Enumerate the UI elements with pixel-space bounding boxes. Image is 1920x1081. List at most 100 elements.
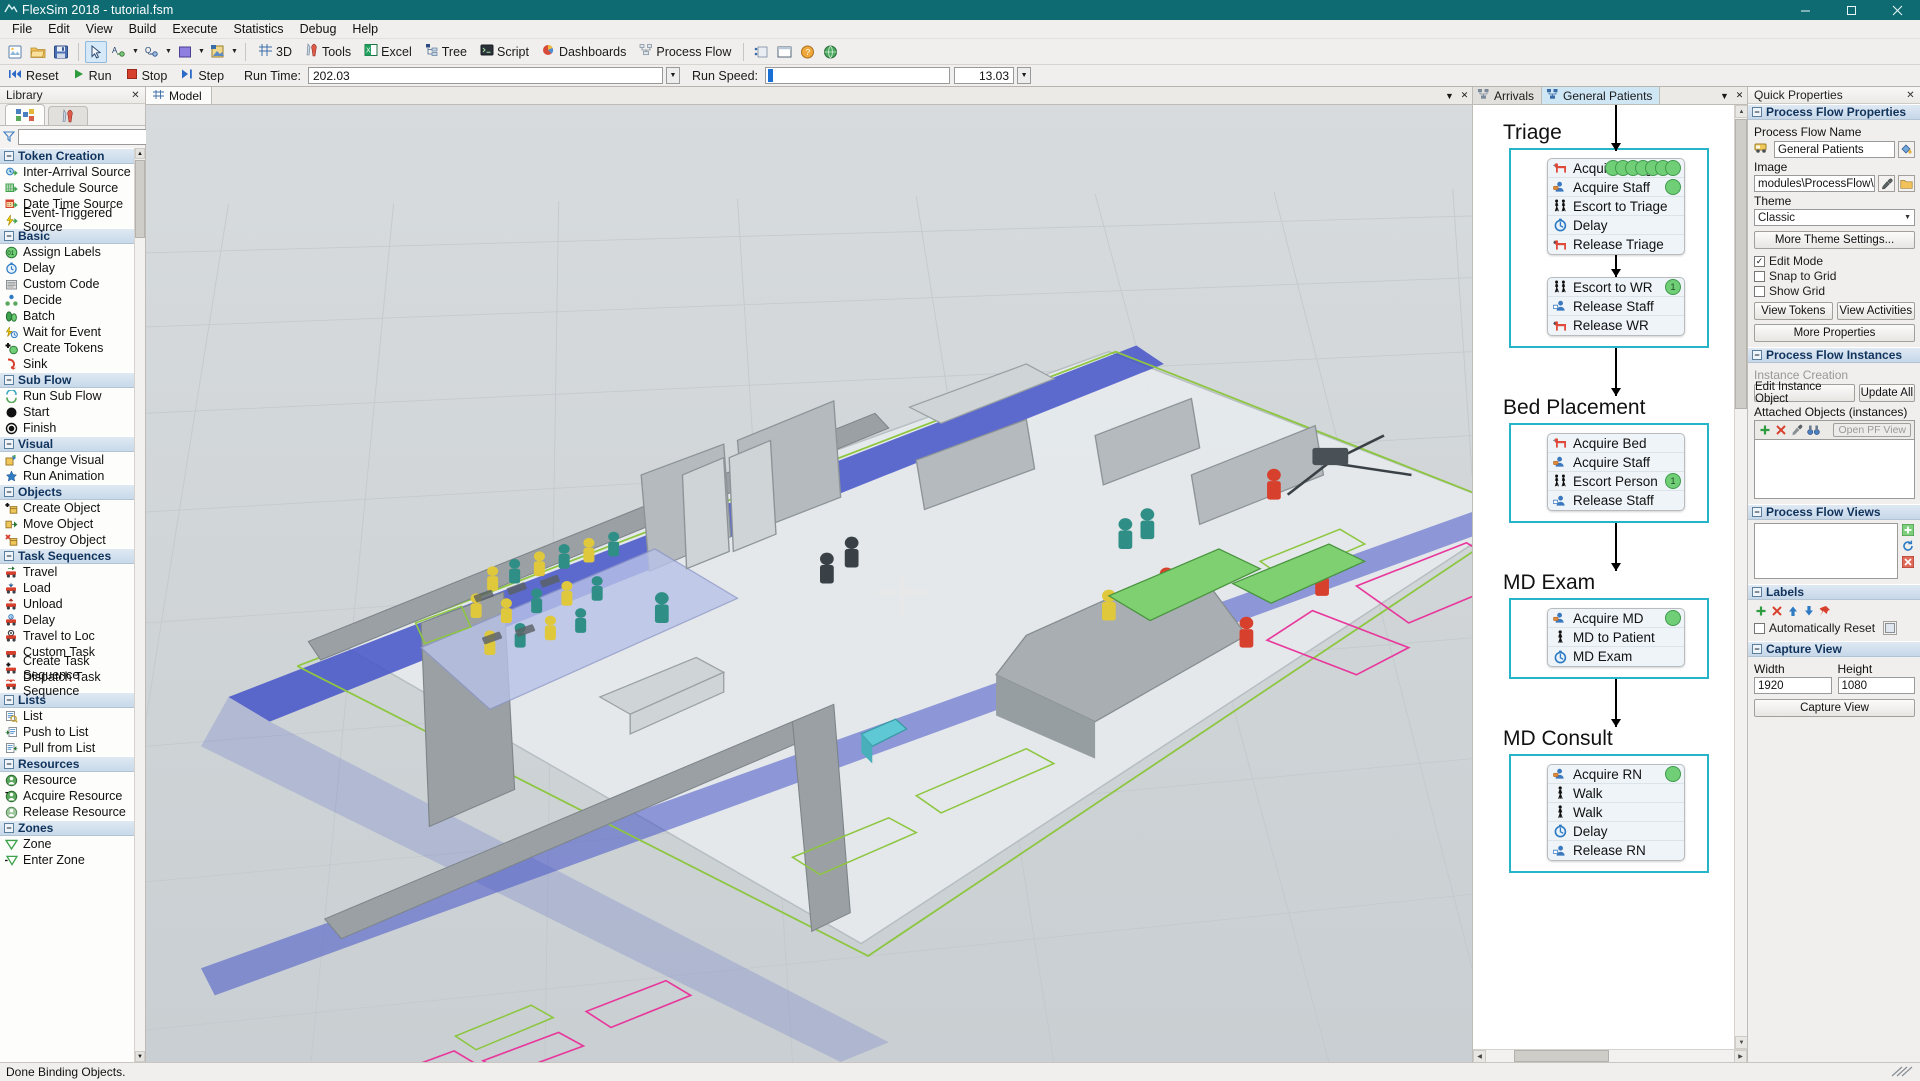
pf-activity-acquire-staff[interactable]: Acquire Staff — [1548, 178, 1684, 197]
library-item-decide[interactable]: Decide — [0, 292, 145, 308]
run-speed-thumb[interactable] — [768, 69, 773, 82]
group-collapse-icon[interactable]: − — [4, 151, 14, 161]
run-speed-slider[interactable] — [765, 67, 950, 84]
library-item-batch[interactable]: Batch — [0, 308, 145, 324]
pf-theme-select[interactable]: Classic ▼ — [1754, 209, 1915, 226]
pf-scroll-down-icon[interactable]: ▼ — [1735, 1036, 1747, 1049]
model-view-icon[interactable] — [207, 41, 229, 63]
library-tab-toolbox[interactable] — [48, 106, 88, 125]
group-collapse-icon[interactable]: − — [4, 487, 14, 497]
run-speed-dropdown[interactable]: ▼ — [1017, 67, 1031, 84]
pf-activity-acquire-rn[interactable]: Acquire RN — [1548, 765, 1684, 784]
pf-activity-release-rn[interactable]: Release RN — [1548, 841, 1684, 860]
pf-activity-release-staff[interactable]: Release Staff — [1548, 491, 1684, 510]
token[interactable]: 1 — [1665, 473, 1681, 489]
move-down-icon[interactable] — [1802, 604, 1816, 618]
pf-activity-block[interactable]: Acquire TriageAcquire StaffEscort to Tri… — [1547, 158, 1685, 255]
library-item-list[interactable]: List — [0, 708, 145, 724]
library-item-destroy-object[interactable]: Destroy Object — [0, 532, 145, 548]
pf-activity-md-to-patient[interactable]: MD to Patient — [1548, 628, 1684, 647]
token[interactable] — [1665, 766, 1681, 782]
window-layout-icon[interactable] — [773, 41, 795, 63]
run-time-dropdown[interactable]: ▼ — [666, 67, 680, 84]
edit-mode-checkbox-row[interactable]: ✓ Edit Mode — [1754, 254, 1915, 268]
library-item-dispatch-task-sequence[interactable]: Dispatch Task Sequence — [0, 676, 145, 692]
new-document-icon[interactable] — [4, 41, 26, 63]
stop-button[interactable]: Stop — [122, 66, 176, 85]
library-item-acquire-resource[interactable]: Acquire Resource — [0, 788, 145, 804]
tab-model[interactable]: Model — [146, 87, 212, 104]
collapse-toggle-icon[interactable]: − — [1752, 107, 1762, 117]
library-group-objects[interactable]: −Objects — [0, 484, 145, 500]
label-add-icon[interactable] — [1754, 604, 1768, 618]
minimize-button[interactable] — [1782, 0, 1828, 20]
pf-vscroll-thumb[interactable] — [1735, 119, 1747, 409]
run-time-input[interactable]: 202.03 — [308, 67, 663, 84]
library-group-zones[interactable]: −Zones — [0, 820, 145, 836]
show-grid-checkbox-row[interactable]: Show Grid — [1754, 284, 1915, 298]
auto-reset-checkbox[interactable] — [1754, 623, 1765, 634]
pf-activity-escort-to-wr[interactable]: Escort to WR1 — [1548, 278, 1684, 297]
pf-activity-walk[interactable]: Walk — [1548, 803, 1684, 822]
collapse-toggle-icon-2[interactable]: − — [1752, 350, 1762, 360]
open-pf-view-button[interactable]: Open PF View — [1833, 423, 1911, 437]
save-disk-icon[interactable] — [50, 41, 72, 63]
connect-a-icon[interactable]: A — [108, 41, 130, 63]
pf-name-input[interactable]: General Patients — [1774, 141, 1895, 158]
auto-reset-extra-icon[interactable] — [1883, 621, 1897, 635]
close-button[interactable] — [1874, 0, 1920, 20]
token-stack[interactable] — [1671, 766, 1681, 782]
group-collapse-icon[interactable]: − — [4, 823, 14, 833]
section-process-flow-properties[interactable]: − Process Flow Properties — [1748, 104, 1920, 120]
collapse-toggle-icon-5[interactable]: − — [1752, 644, 1762, 654]
globe-icon[interactable] — [819, 41, 841, 63]
section-process-flow-instances[interactable]: − Process Flow Instances — [1748, 347, 1920, 363]
menu-file[interactable]: File — [4, 20, 40, 38]
library-item-event-triggered-source[interactable]: Event-Triggered Source — [0, 212, 145, 228]
pf-hscroll-thumb[interactable] — [1514, 1050, 1609, 1062]
library-item-resource[interactable]: Resource — [0, 772, 145, 788]
collapse-toggle-icon-3[interactable]: − — [1752, 507, 1762, 517]
model-view-dropdown-icon[interactable]: ▼ — [230, 48, 239, 55]
delete-red-icon[interactable] — [1901, 555, 1915, 569]
library-item-start[interactable]: Start — [0, 404, 145, 420]
compile-icon[interactable] — [750, 41, 772, 63]
library-scroll-down-icon[interactable]: ▼ — [135, 1051, 145, 1062]
process-flow-button[interactable]: Process Flow — [633, 41, 737, 63]
library-item-delay[interactable]: Delay — [0, 612, 145, 628]
pf-activity-walk[interactable]: Walk — [1548, 784, 1684, 803]
refresh-icon[interactable] — [1901, 539, 1915, 553]
connect-q-icon[interactable]: Q — [141, 41, 163, 63]
pf-activity-block[interactable]: Acquire RNWalkWalkDelayRelease RN — [1547, 764, 1685, 861]
token-stack[interactable] — [1671, 179, 1681, 195]
section-labels[interactable]: − Labels — [1748, 584, 1920, 600]
pf-activity-release-staff[interactable]: Release Staff — [1548, 297, 1684, 316]
menu-statistics[interactable]: Statistics — [226, 20, 292, 38]
library-item-unload[interactable]: Unload — [0, 596, 145, 612]
menu-view[interactable]: View — [78, 20, 121, 38]
label-delete-icon[interactable] — [1770, 604, 1784, 618]
library-item-run-sub-flow[interactable]: Run Sub Flow — [0, 388, 145, 404]
color-dropdown-icon[interactable]: ▼ — [197, 48, 206, 55]
library-group-sub-flow[interactable]: −Sub Flow — [0, 372, 145, 388]
token-stack[interactable] — [1671, 610, 1681, 626]
library-item-wait-for-event[interactable]: Wait for Event — [0, 324, 145, 340]
library-item-travel-to-loc[interactable]: Travel to Loc — [0, 628, 145, 644]
library-close-icon[interactable]: ✕ — [129, 89, 142, 102]
edit-mode-checkbox[interactable]: ✓ — [1754, 256, 1765, 267]
pf-activity-md-exam[interactable]: MD Exam — [1548, 647, 1684, 666]
model-tab-dropdown-icon[interactable]: ▼ — [1442, 87, 1457, 104]
attached-objects-list[interactable] — [1754, 439, 1915, 499]
menu-build[interactable]: Build — [121, 20, 165, 38]
tools-button[interactable]: Tools — [299, 41, 357, 63]
section-process-flow-views[interactable]: − Process Flow Views — [1748, 504, 1920, 520]
pf-activity-acquire-triage[interactable]: Acquire Triage — [1548, 159, 1684, 178]
library-scroll-up-icon[interactable]: ▲ — [135, 148, 145, 159]
library-scrollbar[interactable]: ▲ ▼ — [134, 148, 145, 1062]
pf-hscroll-track[interactable] — [1609, 1050, 1734, 1062]
collapse-toggle-icon-4[interactable]: − — [1752, 587, 1762, 597]
snap-to-grid-checkbox-row[interactable]: Snap to Grid — [1754, 269, 1915, 283]
library-item-release-resource[interactable]: Release Resource — [0, 804, 145, 820]
help-question-icon[interactable]: ? — [796, 41, 818, 63]
script-button[interactable]: Script — [474, 41, 535, 63]
